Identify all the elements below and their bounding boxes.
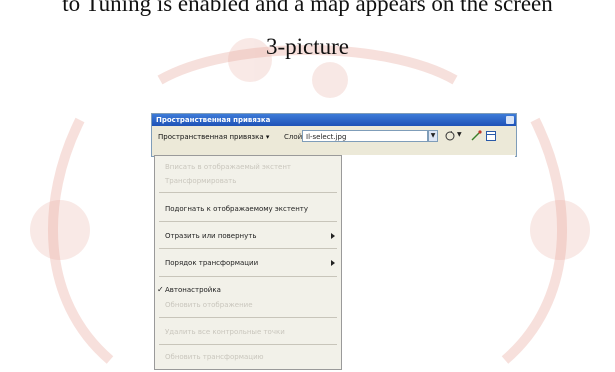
menu-separator	[159, 317, 337, 318]
chevron-down-icon[interactable]: ▼	[428, 130, 438, 142]
map-panel	[341, 155, 515, 300]
rotate-icon[interactable]	[444, 130, 456, 142]
submenu-arrow-icon	[331, 233, 335, 239]
link-table-icon[interactable]	[485, 130, 497, 142]
georeferencing-dropdown-menu: Вписать в отображаемый экстент Трансформ…	[154, 155, 342, 370]
menu-separator	[159, 344, 337, 345]
menu-item-rectify[interactable]: Трансформировать	[155, 174, 341, 188]
menu-item-transformation-order[interactable]: Порядок трансформации	[155, 256, 341, 270]
georeferencing-window: Пространственная привязка Пространственн…	[151, 113, 517, 157]
menu-item-auto-adjust[interactable]: ✓ Автонастройка	[155, 283, 341, 297]
menu-separator	[159, 248, 337, 249]
georeferencing-menu-button[interactable]: Пространственная привязка ▾	[156, 131, 271, 143]
caption-line: to Tuning is enabled and a map appears o…	[62, 0, 553, 16]
figure-label: 3-picture	[265, 34, 349, 59]
menu-separator	[159, 276, 337, 277]
menu-item-fit-to-display[interactable]: Подогнать к отображаемому экстенту	[155, 202, 341, 216]
add-control-points-icon[interactable]	[470, 130, 482, 142]
chevron-down-icon[interactable]: ▼	[457, 131, 462, 138]
menu-item-delete-control-points[interactable]: Удалить все контрольные точки	[155, 325, 341, 339]
layer-select[interactable]: Il-select.jpg	[302, 130, 428, 142]
menu-item-fit-to-extent-disabled[interactable]: Вписать в отображаемый экстент	[155, 160, 341, 174]
menu-item-update-transformation[interactable]: Обновить трансформацию	[155, 350, 341, 364]
menu-item-flip-rotate[interactable]: Отразить или повернуть	[155, 229, 341, 243]
menu-separator	[159, 192, 337, 193]
menu-separator	[159, 221, 337, 222]
menu-item-update-display[interactable]: Обновить отображение	[155, 298, 341, 312]
window-titlebar: Пространственная привязка	[152, 114, 516, 126]
submenu-arrow-icon	[331, 260, 335, 266]
toolbar: Пространственная привязка ▾ Слой: Il-sel…	[152, 126, 516, 148]
window-title: Пространственная привязка	[156, 116, 271, 124]
checkmark-icon: ✓	[157, 285, 164, 294]
close-icon[interactable]	[506, 116, 514, 124]
